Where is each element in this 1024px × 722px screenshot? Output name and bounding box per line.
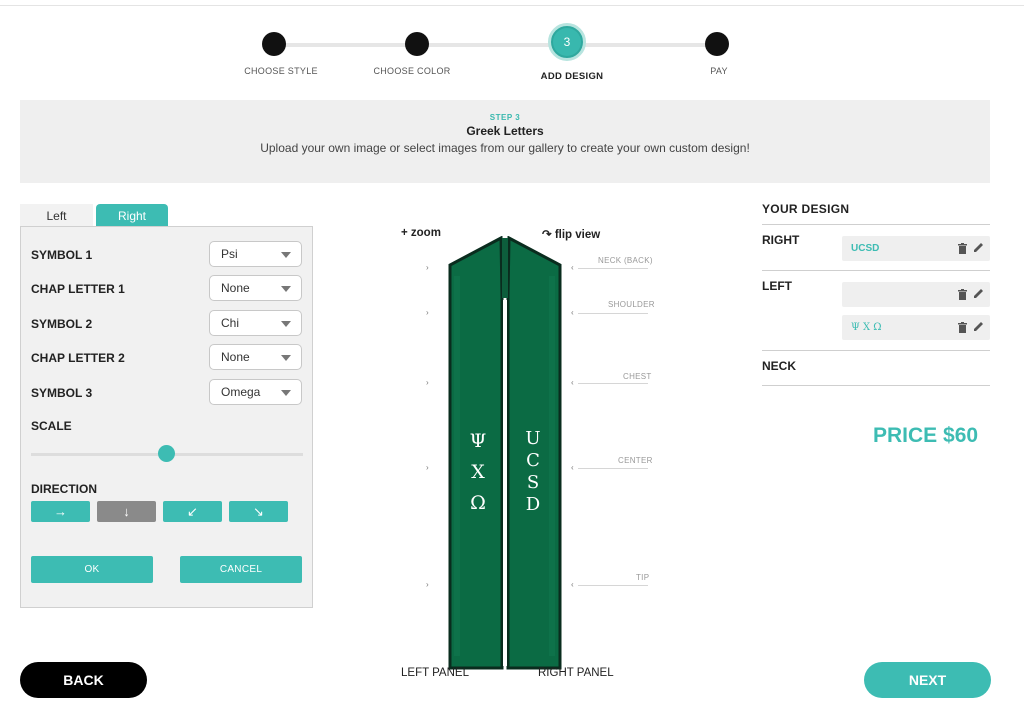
direction-label: DIRECTION	[31, 482, 97, 496]
guide-neck-back: NECK (BACK)	[598, 256, 653, 265]
symbol-3-select[interactable]: Omega	[209, 379, 302, 405]
letter-c: C	[526, 450, 540, 471]
divider	[762, 224, 990, 225]
guide-arrow-left-icon: ‹	[571, 308, 574, 317]
chevron-down-icon	[281, 355, 291, 361]
step-4-dot[interactable]	[705, 32, 729, 56]
trash-icon[interactable]	[958, 322, 967, 333]
step-2-dot[interactable]	[405, 32, 429, 56]
chevron-down-icon	[281, 390, 291, 396]
guide-arrow-left-icon: ‹	[571, 580, 574, 589]
tab-right[interactable]: Right	[96, 204, 168, 227]
pencil-icon[interactable]	[973, 321, 984, 332]
symbol-1-label: SYMBOL 1	[31, 248, 93, 262]
letter-chi: Χ	[471, 461, 485, 483]
direction-down-left-button[interactable]: ↙	[163, 501, 222, 522]
step-kicker: STEP 3	[489, 113, 521, 122]
guide-arrow-right-icon: ›	[426, 463, 429, 472]
design-item-text: UCSD	[851, 243, 880, 254]
guide-arrow-right-icon: ›	[426, 308, 429, 317]
next-button[interactable]: NEXT	[864, 662, 991, 698]
design-item-text: Ψ Χ Ω	[851, 322, 882, 333]
guide-tip: TIP	[636, 573, 650, 582]
divider	[762, 385, 990, 386]
trash-icon[interactable]	[958, 243, 967, 254]
direction-down-right-button[interactable]: ↘	[229, 501, 288, 522]
left-panel-caption: LEFT PANEL	[401, 667, 469, 679]
divider	[762, 350, 990, 351]
step-3-label: ADD DESIGN	[540, 71, 604, 82]
design-left-label: LEFT	[762, 279, 792, 293]
chap-letter-2-label: CHAP LETTER 2	[31, 351, 125, 365]
progress-stepper: 3 CHOOSE STYLE CHOOSE COLOR ADD DESIGN P…	[0, 0, 1024, 95]
letter-u: U	[525, 428, 541, 449]
guide-line	[578, 468, 648, 469]
letter-psi: Ψ	[469, 430, 487, 452]
ok-button[interactable]: OK	[31, 556, 153, 583]
guide-arrow-right-icon: ›	[426, 580, 429, 589]
stole-right-letters: U C S D	[515, 428, 551, 516]
letter-omega: Ω	[470, 492, 486, 514]
step-banner: STEP 3 Greek Letters Upload your own ima…	[20, 100, 990, 183]
guide-shoulder: SHOULDER	[608, 300, 655, 309]
stole-left-letters: Ψ Χ Ω	[460, 426, 496, 519]
back-button[interactable]: BACK	[20, 662, 147, 698]
your-design-title: YOUR DESIGN	[762, 202, 850, 216]
step-2-label: CHOOSE COLOR	[373, 66, 451, 76]
design-right-label: RIGHT	[762, 233, 800, 247]
chevron-down-icon	[281, 286, 291, 292]
divider	[762, 270, 990, 271]
guide-line	[578, 313, 648, 314]
chevron-down-icon	[281, 252, 291, 258]
design-neck-label: NECK	[762, 359, 797, 373]
symbol-2-select[interactable]: Chi	[209, 310, 302, 336]
trash-icon[interactable]	[958, 289, 967, 300]
chevron-down-icon	[281, 321, 291, 327]
guide-chest: CHEST	[623, 372, 652, 381]
scale-label: SCALE	[31, 419, 72, 433]
guide-arrow-right-icon: ›	[426, 263, 429, 272]
tab-left[interactable]: Left	[20, 204, 93, 227]
price-label: PRICE $60	[873, 424, 979, 447]
step-4-label: PAY	[710, 66, 728, 76]
guide-center: CENTER	[618, 456, 653, 465]
step-1-label: CHOOSE STYLE	[244, 66, 318, 76]
chap-letter-2-select[interactable]: None	[209, 344, 302, 370]
stole-neck	[502, 238, 508, 298]
pencil-icon[interactable]	[973, 288, 984, 299]
chap-letter-1-label: CHAP LETTER 1	[31, 282, 125, 296]
guide-line	[578, 268, 648, 269]
design-item-right-1[interactable]: UCSD	[842, 236, 990, 261]
zoom-button[interactable]: + zoom	[401, 227, 441, 239]
guide-line	[578, 383, 648, 384]
pencil-icon[interactable]	[973, 242, 984, 253]
symbol-1-select[interactable]: Psi	[209, 241, 302, 267]
design-item-left-2[interactable]: Ψ Χ Ω	[842, 315, 990, 340]
letter-d: D	[525, 494, 541, 515]
direction-right-button[interactable]: →	[31, 501, 90, 522]
step-title: Greek Letters	[466, 124, 544, 138]
guide-line	[578, 585, 648, 586]
letter-s: S	[526, 472, 540, 493]
chap-letter-1-select[interactable]: None	[209, 275, 302, 301]
guide-arrow-right-icon: ›	[426, 378, 429, 387]
stole-preview: + zoom ↷ flip view › › › › › ‹ NECK (BAC…	[380, 220, 680, 690]
step-1-dot[interactable]	[262, 32, 286, 56]
design-item-left-1[interactable]	[842, 282, 990, 307]
scale-slider-handle[interactable]	[158, 445, 175, 462]
guide-arrow-left-icon: ‹	[571, 463, 574, 472]
step-subtitle: Upload your own image or select images f…	[260, 141, 750, 155]
guide-arrow-left-icon: ‹	[571, 378, 574, 387]
stepper-track	[274, 43, 717, 47]
stole-gap	[503, 300, 507, 666]
symbol-2-label: SYMBOL 2	[31, 317, 93, 331]
cancel-button[interactable]: CANCEL	[180, 556, 302, 583]
step-3-active-dot: 3	[548, 23, 586, 61]
guide-arrow-left-icon: ‹	[571, 263, 574, 272]
letter-editor-panel: SYMBOL 1 Psi CHAP LETTER 1 None SYMBOL 2…	[20, 226, 313, 608]
direction-down-button[interactable]: ↓	[97, 501, 156, 522]
right-panel-caption: RIGHT PANEL	[538, 667, 614, 679]
symbol-3-label: SYMBOL 3	[31, 386, 93, 400]
